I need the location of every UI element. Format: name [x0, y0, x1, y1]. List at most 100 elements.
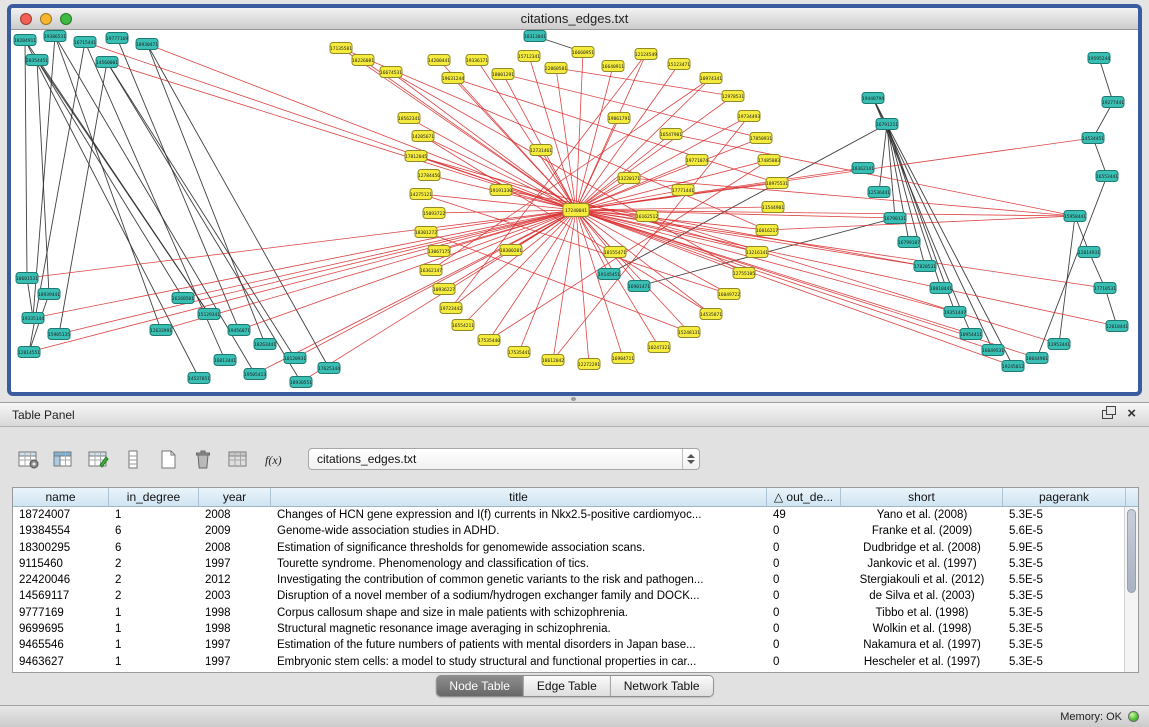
- graph-node[interactable]: 13216141: [746, 247, 768, 258]
- graph-node[interactable]: 16715441: [74, 37, 96, 48]
- close-panel-icon[interactable]: ×: [1127, 405, 1136, 422]
- graph-node[interactable]: 17135581: [330, 43, 352, 54]
- graph-node[interactable]: 14537851: [188, 373, 210, 384]
- graph-node[interactable]: 16016217: [756, 225, 778, 236]
- graph-node[interactable]: 15123471: [668, 59, 690, 70]
- graph-node[interactable]: 18975531: [766, 178, 788, 189]
- graph-node[interactable]: 19277441: [1102, 97, 1124, 108]
- graph-edge[interactable]: [147, 44, 329, 368]
- graph-node[interactable]: 18301272: [415, 227, 437, 238]
- graph-edge[interactable]: [59, 210, 576, 334]
- graph-edge[interactable]: [1037, 176, 1107, 358]
- graph-node[interactable]: 19771074: [686, 155, 708, 166]
- graph-node[interactable]: 20354451: [26, 55, 48, 66]
- graph-node[interactable]: 15093722: [423, 208, 445, 219]
- graph-node[interactable]: 17485083: [758, 155, 780, 166]
- graph-node[interactable]: 15905135: [48, 329, 70, 340]
- table-row[interactable]: 969969511998Structural magnetic resonanc…: [13, 621, 1138, 637]
- splitter-handle[interactable]: [571, 397, 576, 401]
- graph-node[interactable]: 22060581: [545, 63, 567, 74]
- graph-node[interactable]: 16791211: [876, 119, 898, 130]
- graph-edge[interactable]: [576, 210, 589, 364]
- graph-node[interactable]: 15129341: [198, 309, 220, 320]
- graph-node[interactable]: 16674531: [380, 67, 402, 78]
- graph-node[interactable]: 16640911: [602, 61, 624, 72]
- delete-columns-icon[interactable]: [189, 446, 217, 472]
- graph-node[interactable]: 10936227: [433, 284, 455, 295]
- graph-node[interactable]: 16660951: [572, 47, 594, 58]
- graph-node[interactable]: 16049722: [718, 289, 740, 300]
- graph-node[interactable]: 18930471: [136, 39, 158, 50]
- graph-node[interactable]: 18010441: [930, 283, 952, 294]
- graph-edge[interactable]: [629, 178, 1075, 216]
- graph-node[interactable]: 17771441: [672, 185, 694, 196]
- graph-node[interactable]: 16162512: [636, 211, 658, 222]
- graph-node[interactable]: 19723442: [440, 303, 462, 314]
- graph-node[interactable]: 18300201: [500, 245, 522, 256]
- tab-node-table[interactable]: Node Table: [436, 676, 524, 696]
- graph-node[interactable]: 19505413: [244, 369, 266, 380]
- graph-node[interactable]: 16553441: [1096, 171, 1118, 182]
- show-columns-icon[interactable]: [49, 446, 77, 472]
- table-row[interactable]: 1830029562008Estimation of significance …: [13, 540, 1138, 556]
- graph-node[interactable]: 12784456: [418, 170, 440, 181]
- table-row[interactable]: 977716911998Corpus callosum shape and si…: [13, 605, 1138, 621]
- graph-edge[interactable]: [647, 216, 1059, 344]
- graph-edge[interactable]: [671, 134, 1075, 216]
- graph-edge[interactable]: [423, 136, 576, 210]
- network-canvas[interactable]: 1724004118562341142056711781204512784456…: [11, 30, 1136, 392]
- graph-node[interactable]: 18204911: [14, 35, 36, 46]
- graph-node[interactable]: 18930551: [290, 377, 312, 388]
- graph-node[interactable]: 18001291: [492, 69, 514, 80]
- graph-node[interactable]: 12731461: [530, 145, 552, 156]
- graph-node[interactable]: 18263441: [254, 339, 276, 350]
- table-row[interactable]: 1456911722003Disruption of a novel membe…: [13, 588, 1138, 604]
- table-mode-icon[interactable]: [14, 446, 42, 472]
- graph-node[interactable]: 19335144: [22, 313, 44, 324]
- graph-node[interactable]: 11544901: [762, 202, 784, 213]
- graph-node[interactable]: 14535871: [700, 309, 722, 320]
- column-header-short[interactable]: short: [841, 488, 1003, 506]
- graph-node[interactable]: 26160501: [172, 293, 194, 304]
- graph-node[interactable]: 19351447: [944, 307, 966, 318]
- graph-node[interactable]: 12633991: [150, 325, 172, 336]
- column-header-name[interactable]: name: [13, 488, 109, 506]
- column-header-title[interactable]: title: [271, 488, 767, 506]
- graph-edge[interactable]: [873, 98, 1013, 366]
- graph-node[interactable]: 12755105: [733, 268, 755, 279]
- graph-node[interactable]: 16547901: [660, 129, 682, 140]
- zoom-window-button[interactable]: [60, 13, 72, 25]
- graph-node[interactable]: 17535441: [508, 347, 530, 358]
- table-row[interactable]: 946554611997Estimation of the future num…: [13, 637, 1138, 653]
- graph-node[interactable]: 12010441: [1106, 321, 1128, 332]
- graph-node[interactable]: 10954411: [960, 329, 982, 340]
- graph-edge[interactable]: [301, 210, 576, 382]
- graph-node[interactable]: 17240041: [563, 204, 589, 217]
- graph-node[interactable]: 15712341: [518, 51, 540, 62]
- graph-edge[interactable]: [29, 42, 85, 352]
- graph-node[interactable]: 19595244: [1088, 53, 1110, 64]
- graph-node[interactable]: 14534451: [1082, 133, 1104, 144]
- graph-node[interactable]: 10120931: [284, 353, 306, 364]
- graph-node[interactable]: 15248131: [678, 327, 700, 338]
- graph-node[interactable]: 17812045: [405, 151, 427, 162]
- graph-edge[interactable]: [519, 210, 576, 352]
- graph-node[interactable]: 14205671: [412, 131, 434, 142]
- graph-node[interactable]: 16554211: [452, 320, 474, 331]
- graph-node[interactable]: 14560001: [96, 57, 118, 68]
- graph-node[interactable]: 19448794: [862, 93, 884, 104]
- graph-node[interactable]: 17850931: [750, 133, 772, 144]
- column-header-out_degree[interactable]: △ out_de...: [767, 488, 841, 506]
- window-titlebar[interactable]: citations_edges.txt: [11, 8, 1138, 30]
- table-row[interactable]: 946362711997Embryonic stem cells: a mode…: [13, 654, 1138, 670]
- edit-columns-icon[interactable]: [84, 446, 112, 472]
- graph-edge[interactable]: [489, 160, 769, 340]
- graph-node[interactable]: 10601531: [16, 273, 38, 284]
- graph-node[interactable]: 13220171: [618, 173, 640, 184]
- graph-edge[interactable]: [37, 60, 183, 298]
- table-row[interactable]: 2242004622012Investigating the contribut…: [13, 572, 1138, 588]
- graph-node[interactable]: 10247321: [648, 342, 670, 353]
- graph-edge[interactable]: [1059, 216, 1075, 344]
- graph-node[interactable]: 16049531: [982, 345, 1004, 356]
- table-scrollbar[interactable]: [1124, 507, 1138, 672]
